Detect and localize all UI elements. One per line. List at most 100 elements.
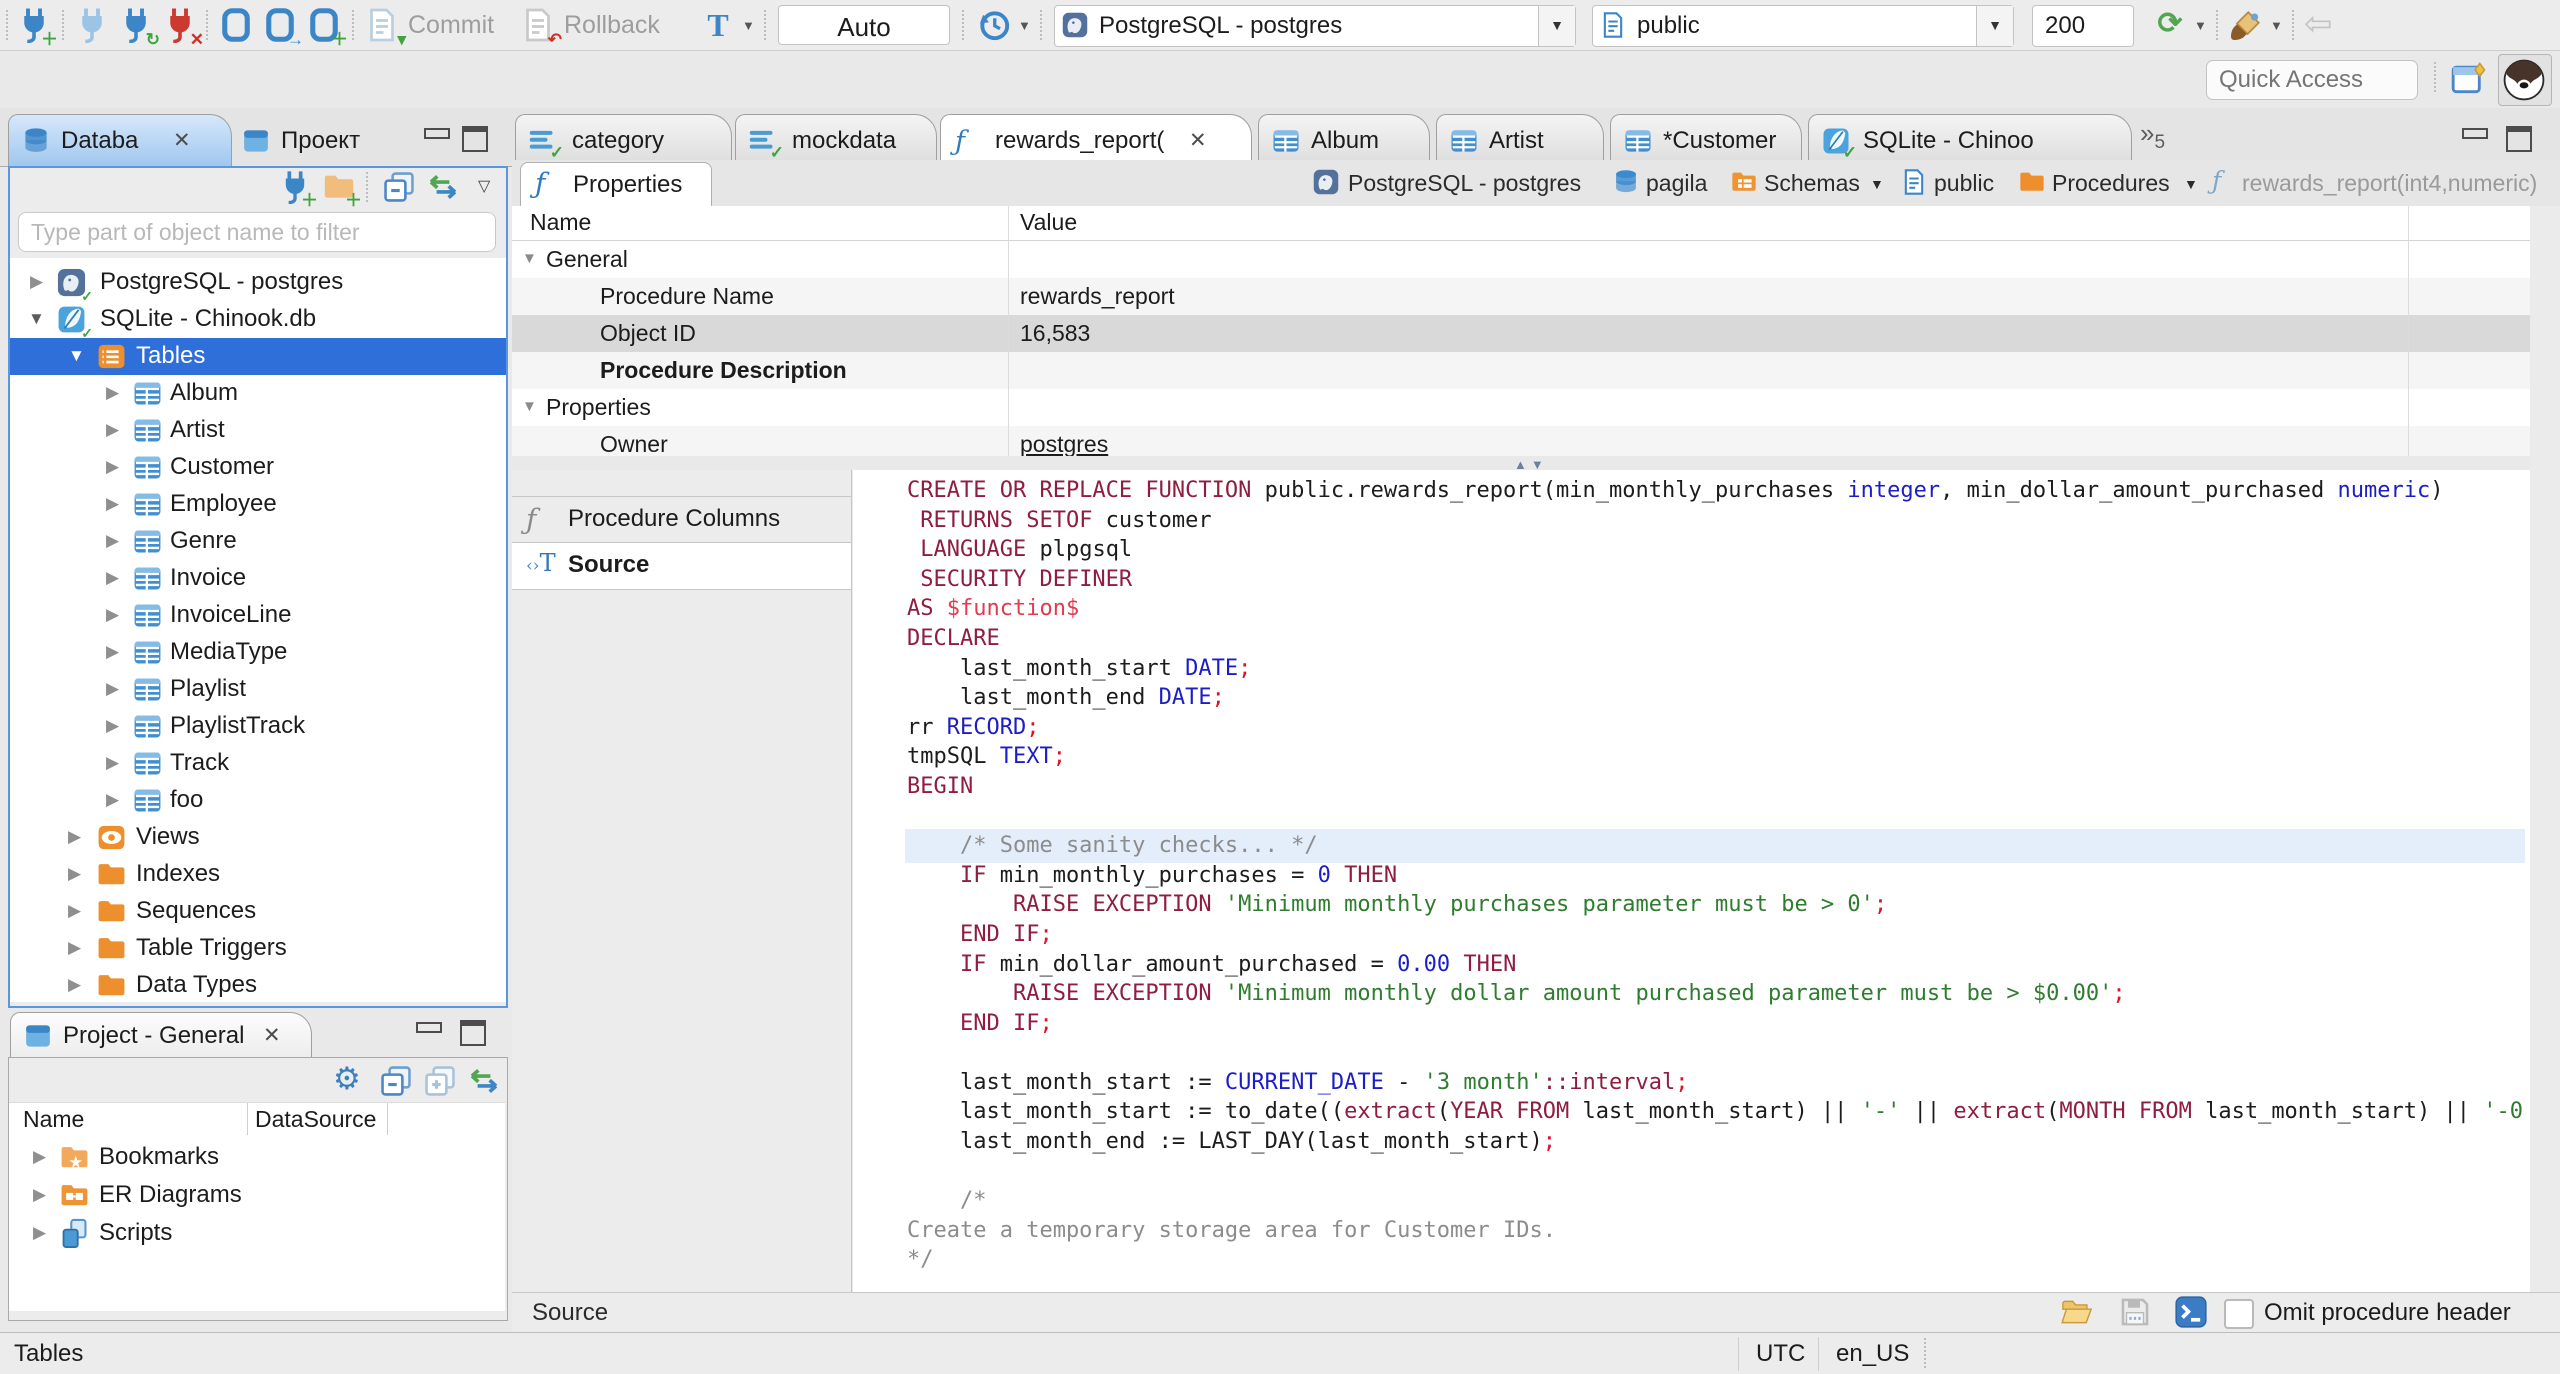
code-line[interactable]: SECURITY DEFINER bbox=[907, 565, 2523, 595]
commit-icon[interactable]: ▾ bbox=[364, 7, 406, 48]
chevron-right-icon[interactable]: ▶ bbox=[68, 975, 81, 995]
tree-item-table[interactable]: ▶ Playlist bbox=[10, 671, 506, 708]
chevron-down-icon[interactable]: ▼ bbox=[2270, 18, 2283, 33]
close-icon[interactable]: ✕ bbox=[263, 1023, 281, 1048]
tab-source[interactable]: ‹›T Source bbox=[512, 542, 851, 590]
tab-project-general[interactable]: Project - General ✕ bbox=[10, 1012, 312, 1059]
open-perspective-icon[interactable] bbox=[2450, 60, 2488, 98]
new-connection-button[interactable]: ＋ bbox=[16, 7, 58, 48]
code-line[interactable]: rr RECORD; bbox=[907, 713, 2523, 743]
chevron-right-icon[interactable]: ▶ bbox=[106, 568, 119, 588]
open-sql-script-button[interactable]: → bbox=[262, 7, 304, 48]
property-value[interactable]: 16,583 bbox=[1020, 320, 1090, 347]
refresh-icon[interactable]: ⟳ bbox=[2152, 7, 2188, 43]
tree-item-table[interactable]: ▶ Album bbox=[10, 375, 506, 412]
rollback-icon[interactable]: ↶ bbox=[520, 7, 562, 48]
tab-procedure-columns[interactable]: ƒ Procedure Columns bbox=[512, 496, 851, 544]
locale-label[interactable]: en_US bbox=[1836, 1340, 1909, 1368]
tree-item-tables[interactable]: ▼ Tables bbox=[10, 338, 506, 375]
column-header-datasource[interactable]: DataSource bbox=[255, 1106, 376, 1133]
minimize-icon[interactable] bbox=[2462, 126, 2488, 146]
tree-item-table[interactable]: ▶ PlaylistTrack bbox=[10, 708, 506, 745]
code-line[interactable]: last_month_start DATE; bbox=[907, 654, 2523, 684]
tree-item-table[interactable]: ▶ InvoiceLine bbox=[10, 597, 506, 634]
chevron-down-icon[interactable]: ▼ bbox=[1870, 176, 1884, 192]
tree-item-table[interactable]: ▶ MediaType bbox=[10, 634, 506, 671]
commit-button[interactable]: Commit bbox=[408, 11, 494, 40]
code-line[interactable]: AS $function$ bbox=[907, 594, 2523, 624]
brush-icon[interactable] bbox=[2228, 7, 2264, 43]
new-sql-editor-button[interactable]: ＋ bbox=[306, 7, 348, 48]
code-line[interactable]: END IF; bbox=[907, 920, 2523, 950]
link-with-editor-icon[interactable] bbox=[426, 170, 460, 204]
chevron-right-icon[interactable]: ▶ bbox=[33, 1185, 46, 1205]
chevron-right-icon[interactable]: ▶ bbox=[68, 827, 81, 847]
minimize-icon[interactable] bbox=[416, 1020, 442, 1040]
tree-item-postgres-connection[interactable]: ▶ ✓ PostgreSQL - postgres bbox=[10, 264, 506, 303]
chevron-right-icon[interactable]: ▶ bbox=[106, 790, 119, 810]
tree-item-table[interactable]: ▶ Employee bbox=[10, 486, 506, 523]
chevron-down-icon[interactable]: ▼ bbox=[2194, 18, 2207, 33]
column-divider[interactable] bbox=[387, 1103, 388, 1135]
chevron-right-icon[interactable]: ▶ bbox=[33, 1223, 46, 1243]
new-folder-icon[interactable]: ＋ bbox=[322, 170, 362, 209]
chevron-right-icon[interactable]: ▶ bbox=[106, 716, 119, 736]
tree-item-sqlite-connection[interactable]: ▼ ✓ SQLite - Chinook.db bbox=[10, 301, 506, 340]
dbeaver-perspective-button[interactable] bbox=[2498, 54, 2552, 106]
property-row[interactable]: Procedure Description bbox=[512, 352, 2548, 389]
omit-procedure-header-checkbox[interactable] bbox=[2224, 1299, 2254, 1329]
tree-item-table[interactable]: ▶ Artist bbox=[10, 412, 506, 449]
sql-editor-button[interactable] bbox=[218, 7, 254, 43]
source-code[interactable]: CREATE OR REPLACE FUNCTION public.reward… bbox=[907, 476, 2523, 1275]
chevron-right-icon[interactable]: ▶ bbox=[106, 457, 119, 477]
list-item-scripts[interactable]: ▶ Scripts bbox=[9, 1215, 505, 1252]
maximize-icon[interactable] bbox=[462, 126, 488, 146]
chevron-right-icon[interactable]: ▶ bbox=[68, 864, 81, 884]
chevron-right-icon[interactable]: ▶ bbox=[106, 494, 119, 514]
chevron-down-icon[interactable]: ▼ bbox=[68, 346, 85, 366]
tab-properties[interactable]: ƒ Properties bbox=[520, 162, 712, 207]
collapse-all-icon[interactable] bbox=[382, 170, 416, 204]
code-line[interactable]: IF min_monthly_purchases = 0 THEN bbox=[907, 861, 2523, 891]
chevron-right-icon[interactable]: ▶ bbox=[68, 901, 81, 921]
code-line[interactable] bbox=[907, 802, 2523, 832]
code-line[interactable]: BEGIN bbox=[907, 772, 2523, 802]
chevron-down-icon[interactable]: ▼ bbox=[522, 398, 537, 415]
code-line[interactable]: Create a temporary storage area for Cust… bbox=[907, 1216, 2523, 1246]
chevron-right-icon[interactable]: ▶ bbox=[106, 642, 119, 662]
code-line[interactable] bbox=[907, 1157, 2523, 1187]
tree-item-table[interactable]: ▶ Customer bbox=[10, 449, 506, 486]
code-line[interactable]: CREATE OR REPLACE FUNCTION public.reward… bbox=[907, 476, 2523, 506]
column-divider[interactable] bbox=[1008, 206, 1009, 456]
tree-item-sequences[interactable]: ▶ Sequences bbox=[10, 893, 506, 930]
disconnect-button[interactable]: ✕ bbox=[162, 7, 204, 48]
owner-link[interactable]: postgres bbox=[1020, 431, 1108, 458]
column-header-name[interactable]: Name bbox=[530, 209, 591, 236]
active-schema-combo[interactable]: public ▼ bbox=[1592, 5, 2014, 47]
navigator-filter-input[interactable] bbox=[18, 212, 496, 252]
column-divider[interactable] bbox=[2408, 206, 2409, 456]
back-arrow-icon[interactable]: ⇦ bbox=[2304, 7, 2340, 43]
property-group-general[interactable]: ▼ General bbox=[512, 241, 2548, 278]
tree-item-table[interactable]: ▶ Invoice bbox=[10, 560, 506, 597]
code-line[interactable]: last_month_start := to_date((extract(YEA… bbox=[907, 1097, 2523, 1127]
collapse-all-icon[interactable] bbox=[379, 1064, 413, 1098]
connect-button[interactable] bbox=[74, 7, 110, 43]
property-row-selected[interactable]: Object ID 16,583 bbox=[512, 315, 2548, 352]
code-line[interactable]: LANGUAGE plpgsql bbox=[907, 535, 2523, 565]
breadcrumb-item-connection[interactable]: PostgreSQL - postgres bbox=[1348, 170, 1581, 197]
property-group-properties[interactable]: ▼ Properties bbox=[512, 389, 2548, 426]
code-line[interactable]: last_month_end := LAST_DAY(last_month_st… bbox=[907, 1127, 2523, 1157]
code-line[interactable]: */ bbox=[907, 1245, 2523, 1275]
code-line[interactable]: last_month_end DATE; bbox=[907, 683, 2523, 713]
minimize-icon[interactable] bbox=[424, 126, 450, 146]
breadcrumb-item-schemas[interactable]: Schemas bbox=[1764, 170, 1860, 197]
tree-item-data-types[interactable]: ▶ Data Types bbox=[10, 967, 506, 1002]
code-line[interactable]: last_month_start := CURRENT_DATE - '3 mo… bbox=[907, 1068, 2523, 1098]
code-line[interactable]: RAISE EXCEPTION 'Minimum monthly purchas… bbox=[907, 890, 2523, 920]
tree-item-table-triggers[interactable]: ▶ Table Triggers bbox=[10, 930, 506, 967]
active-connection-combo[interactable]: PostgreSQL - postgres ▼ bbox=[1054, 5, 1576, 47]
scrollbar-gutter[interactable] bbox=[2530, 206, 2560, 1292]
chevron-down-icon[interactable]: ▼ bbox=[28, 309, 45, 329]
code-line[interactable]: DECLARE bbox=[907, 624, 2523, 654]
